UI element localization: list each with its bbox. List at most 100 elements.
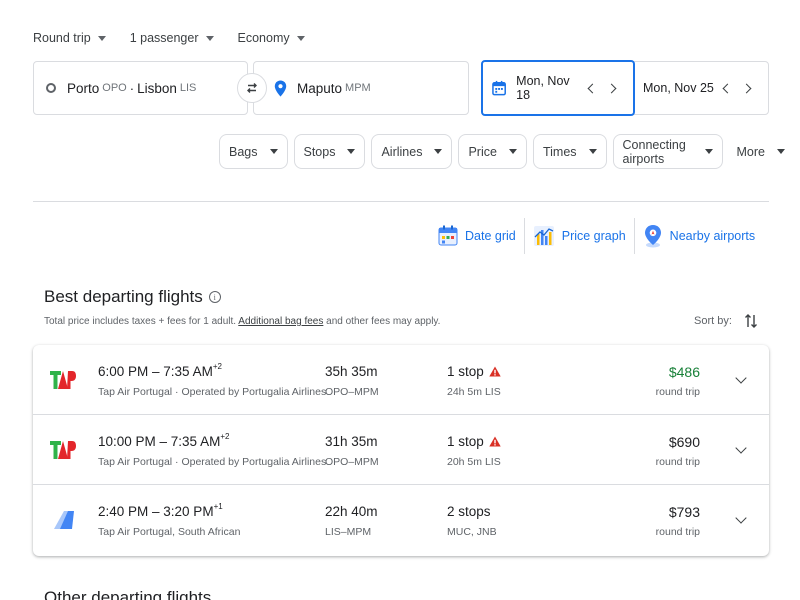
flight-times: 10:00 PM – 7:35 AM+2 <box>98 432 230 449</box>
filter-price[interactable]: Price <box>458 134 527 169</box>
caret-down-icon <box>296 35 305 41</box>
price-graph-button[interactable]: Price graph <box>525 218 634 254</box>
cabin-class-label: Economy <box>237 31 290 45</box>
origin-separator: · <box>129 80 135 96</box>
other-flights-heading: Other departing flights <box>44 588 212 600</box>
cabin-class-select[interactable]: Economy <box>238 31 305 45</box>
date-grid-label: Date grid <box>465 229 516 243</box>
price-graph-label: Price graph <box>561 229 626 243</box>
calendar-icon <box>492 80 506 96</box>
filter-airlines[interactable]: Airlines <box>371 134 453 169</box>
nearby-airports-label: Nearby airports <box>669 229 756 243</box>
return-date: Mon, Nov 25 <box>643 81 714 95</box>
flight-price: $793 <box>668 504 700 520</box>
warning-icon <box>489 366 501 377</box>
destination-code: MPM <box>345 82 371 94</box>
airline-name: Tap Air Portugal · Operated by Portugali… <box>98 456 327 468</box>
departure-date-field[interactable]: Mon, Nov 18 <box>481 60 635 116</box>
flight-times: 2:40 PM – 3:20 PM+1 <box>98 502 223 519</box>
return-date-field[interactable]: Mon, Nov 25 <box>635 62 768 114</box>
flight-times: 6:00 PM – 7:35 AM+2 <box>98 362 222 379</box>
layover-info: 24h 5m LIS <box>447 386 501 398</box>
stops-count: 1 stop <box>447 434 484 449</box>
trip-type-label: Round trip <box>33 31 91 45</box>
flight-route: LIS–MPM <box>325 526 372 538</box>
info-icon[interactable]: i <box>208 291 221 303</box>
passenger-label: 1 passenger <box>129 31 199 45</box>
filter-connecting-airports[interactable]: Connecting airports <box>612 134 723 169</box>
filter-label: Price <box>468 144 497 159</box>
price-type: round trip <box>655 456 700 468</box>
best-flights-heading: Best departing flights i <box>44 287 221 307</box>
tap-logo-icon <box>50 441 76 459</box>
stops-count: 2 stops <box>447 504 491 519</box>
best-flights-title: Best departing flights <box>44 287 203 306</box>
airline-name: Tap Air Portugal, South African <box>98 526 241 538</box>
flight-results-list: 6:00 PM – 7:35 AM+2 Tap Air Portugal · O… <box>33 345 769 556</box>
day-offset: +2 <box>212 362 222 371</box>
flight-stops: 1 stop <box>447 434 501 449</box>
caret-down-icon <box>205 35 214 41</box>
caret-down-icon <box>97 35 106 41</box>
flight-row[interactable]: 10:00 PM – 7:35 AM+2 Tap Air Portugal · … <box>33 415 769 485</box>
caret-down-icon <box>508 149 517 154</box>
expand-chevron-icon[interactable] <box>735 372 747 384</box>
date-grid-button[interactable]: Date grid <box>430 218 524 254</box>
filter-label: Times <box>542 144 577 159</box>
flight-duration: 22h 40m <box>325 504 378 519</box>
map-pin-icon <box>644 225 661 248</box>
chevron-right-icon[interactable] <box>741 83 752 93</box>
flight-stops: 2 stops <box>447 504 491 519</box>
price-type: round trip <box>655 526 700 538</box>
chevron-right-icon[interactable] <box>606 83 617 93</box>
expand-chevron-icon[interactable] <box>735 442 747 454</box>
passenger-select[interactable]: 1 passenger <box>130 31 214 45</box>
flight-row[interactable]: 2:40 PM – 3:20 PM+1 Tap Air Portugal, So… <box>33 485 769 556</box>
sort-control[interactable]: Sort by: <box>694 312 758 330</box>
origin-code-2: LIS <box>179 82 197 94</box>
flight-route: OPO–MPM <box>325 456 379 468</box>
filter-label: Bags <box>229 144 258 159</box>
flight-row[interactable]: 6:00 PM – 7:35 AM+2 Tap Air Portugal · O… <box>33 345 769 415</box>
tap-logo-icon <box>50 371 76 389</box>
airline-name: Tap Air Portugal · Operated by Portugali… <box>98 386 327 398</box>
price-type: round trip <box>655 386 700 398</box>
departure-date-nav <box>583 83 621 93</box>
multi-airline-logo-icon <box>54 511 74 529</box>
bag-fees-link[interactable]: Additional bag fees <box>238 316 323 327</box>
return-date-nav <box>718 83 756 93</box>
swap-arrows-icon <box>247 83 257 93</box>
layover-info: MUC, JNB <box>447 526 497 538</box>
filter-label: More <box>736 144 765 159</box>
trip-type-select[interactable]: Round trip <box>33 31 106 45</box>
origin-code-1: OPO <box>102 82 127 94</box>
caret-down-icon <box>434 149 443 154</box>
date-grid-icon <box>438 225 458 246</box>
filter-label: Connecting airports <box>622 137 686 166</box>
filter-bags[interactable]: Bags <box>219 134 288 169</box>
day-offset: +1 <box>213 502 223 511</box>
nearby-airports-button[interactable]: Nearby airports <box>635 218 763 254</box>
chevron-left-icon[interactable] <box>722 83 733 93</box>
flight-stops: 1 stop <box>447 364 501 379</box>
origin-city-2: Lisbon <box>137 80 177 96</box>
stops-count: 1 stop <box>447 364 484 379</box>
destination-field[interactable]: Maputo MPM <box>253 61 469 115</box>
filter-times[interactable]: Times <box>532 134 607 169</box>
chevron-left-icon[interactable] <box>587 83 598 93</box>
day-offset: +2 <box>220 432 230 441</box>
warning-icon <box>489 436 501 447</box>
origin-field[interactable]: Porto OPO · Lisbon LIS <box>33 61 248 115</box>
filter-more[interactable]: More <box>728 134 794 169</box>
section-divider <box>33 201 769 202</box>
swap-button[interactable] <box>237 73 267 103</box>
flight-price: $690 <box>668 434 700 450</box>
expand-chevron-icon[interactable] <box>735 512 747 524</box>
trip-options-bar: Round trip 1 passenger Economy <box>33 28 329 48</box>
caret-down-icon <box>704 149 713 154</box>
tools-bar: Date grid Price graph Nearby airports <box>430 218 763 254</box>
flight-price: $486 <box>668 364 700 380</box>
price-graph-icon <box>533 226 554 246</box>
filter-bar: Bags Stops Airlines Price Times Connecti… <box>219 134 800 169</box>
filter-stops[interactable]: Stops <box>293 134 366 169</box>
